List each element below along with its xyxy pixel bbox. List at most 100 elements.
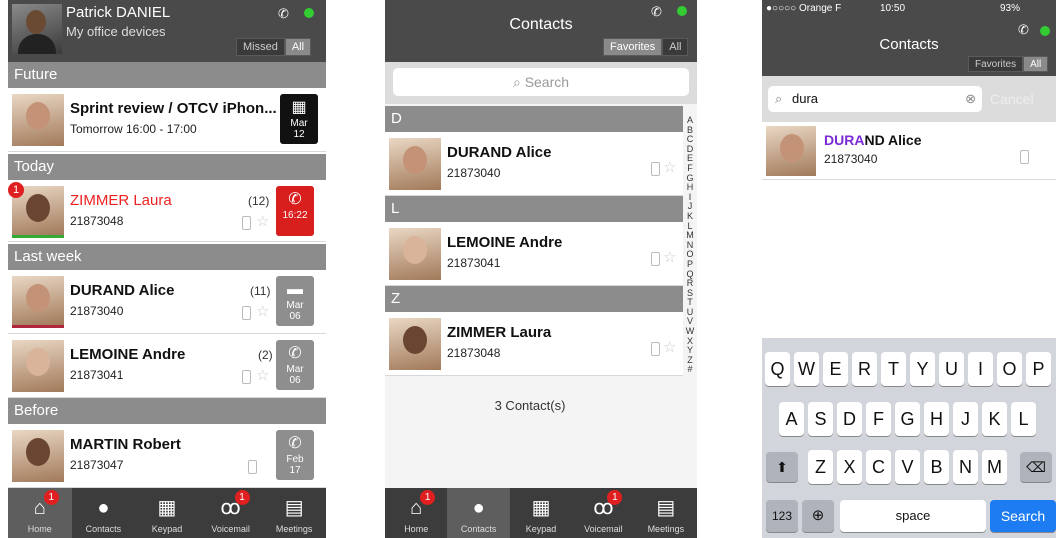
filter-all[interactable]: All — [1023, 56, 1049, 72]
tab-meetings[interactable]: ▤ Meetings — [262, 488, 326, 538]
filter-missed[interactable]: Missed — [236, 38, 285, 56]
contact-number: 21873041 — [447, 256, 501, 270]
tab-home[interactable]: ⌂ 1 Home — [8, 488, 72, 538]
tab-meetings[interactable]: ▤ Meetings — [635, 488, 697, 538]
user-avatar[interactable] — [12, 4, 62, 54]
key-v[interactable]: V — [895, 450, 920, 484]
filter-favorites[interactable]: Favorites — [603, 38, 663, 56]
key-m[interactable]: M — [982, 450, 1007, 484]
contact-photo — [12, 276, 64, 328]
alphabet-index[interactable]: A B C D E F G H I J K L M N O P Q R S T U V W X Y Z # — [683, 115, 697, 375]
key-f[interactable]: F — [866, 402, 891, 436]
globe-icon[interactable]: ⊕ — [802, 500, 834, 532]
key-l[interactable]: L — [1011, 402, 1036, 436]
history-row[interactable]: DURAND Alice 21873040 (11) ☆ ▬ Mar 06 — [8, 270, 326, 334]
key-z[interactable]: Z — [808, 450, 833, 484]
home-badge: 1 — [43, 490, 59, 505]
tab-contacts[interactable]: ● Contacts — [72, 488, 136, 538]
key-b[interactable]: B — [924, 450, 949, 484]
section-l: L — [385, 196, 683, 222]
key-j[interactable]: J — [953, 402, 978, 436]
phone-icon — [248, 460, 257, 474]
star-icon[interactable]: ☆ — [663, 250, 676, 265]
history-row[interactable]: MARTIN Robert 21873047 ✆ Feb 17 — [8, 424, 326, 488]
call-time-tile[interactable]: ✆ 16:22 — [276, 186, 314, 236]
key-s[interactable]: S — [808, 402, 833, 436]
contact-photo — [389, 318, 441, 370]
star-icon[interactable]: ☆ — [256, 214, 269, 229]
key-e[interactable]: E — [823, 352, 848, 386]
call-forward-off-icon[interactable]: ✆ — [278, 6, 289, 22]
tab-voicemail[interactable]: ꝏ 1 Voicemail — [572, 488, 634, 538]
call-forward-icon[interactable]: ✆ — [651, 4, 662, 20]
key-c[interactable]: C — [866, 450, 891, 484]
meeting-date-tile[interactable]: ▦ Mar 12 — [280, 94, 318, 144]
filter-all[interactable]: All — [662, 38, 689, 56]
phone-icon — [651, 162, 660, 176]
history-screen: Patrick DANIEL My office devices ✆ Misse… — [8, 0, 326, 538]
missed-call-icon: ✆ — [288, 191, 302, 208]
search-result-row[interactable]: DURAND Alice 21873040 — [762, 122, 1056, 180]
call-date-tile[interactable]: ✆ Feb 17 — [276, 430, 314, 480]
star-icon[interactable]: ☆ — [663, 160, 676, 175]
message-date-tile[interactable]: ▬ Mar 06 — [276, 276, 314, 326]
star-icon[interactable]: ☆ — [256, 304, 269, 319]
tab-contacts[interactable]: ● Contacts — [447, 488, 510, 538]
star-icon[interactable]: ☆ — [256, 368, 269, 383]
key-i[interactable]: I — [968, 352, 993, 386]
key-h[interactable]: H — [924, 402, 949, 436]
home-icon: ⌂ — [410, 497, 423, 519]
key-y[interactable]: Y — [910, 352, 935, 386]
key-o[interactable]: O — [997, 352, 1022, 386]
search-bar: ⌕ dura ⊗ Cancel — [762, 76, 1056, 122]
contacts-header: Contacts ✆ Favorites All — [385, 0, 697, 62]
tab-keypad[interactable]: ▦ Keypad — [510, 488, 572, 538]
calendar-icon: ▤ — [656, 497, 676, 519]
contact-photo — [389, 228, 441, 280]
cancel-button[interactable]: Cancel — [990, 91, 1034, 107]
section-z: Z — [385, 286, 683, 312]
key-r[interactable]: R — [852, 352, 877, 386]
tab-keypad[interactable]: ▦ Keypad — [135, 488, 199, 538]
star-icon[interactable]: ☆ — [663, 340, 676, 355]
search-input[interactable]: ⌕ Search — [393, 68, 689, 96]
search-icon: ⌕ — [512, 74, 521, 90]
history-row[interactable]: Sprint review / OTCV iPhon... Tomorrow 1… — [8, 88, 326, 152]
key-t[interactable]: T — [881, 352, 906, 386]
key-k[interactable]: K — [982, 402, 1007, 436]
contact-row[interactable]: DURAND Alice 21873040 ☆ — [385, 132, 683, 196]
contact-row[interactable]: ZIMMER Laura 21873048 ☆ — [385, 312, 683, 376]
alphabet-index-letter[interactable]: # — [683, 365, 697, 375]
call-date-tile[interactable]: ✆ Mar 06 — [276, 340, 314, 390]
key-u[interactable]: U — [939, 352, 964, 386]
key-n[interactable]: N — [953, 450, 978, 484]
space-key[interactable]: space — [840, 500, 986, 532]
key-d[interactable]: D — [837, 402, 862, 436]
search-key[interactable]: Search — [990, 500, 1056, 532]
key-g[interactable]: G — [895, 402, 920, 436]
on-screen-keyboard: ⬆ ⌫ 123 ⊕ space Search QWERTYUIOP ASDFGHJ… — [762, 338, 1056, 538]
filter-favorites[interactable]: Favorites — [968, 56, 1024, 72]
backspace-key[interactable]: ⌫ — [1020, 452, 1052, 482]
search-icon: ⌕ — [775, 91, 783, 106]
user-devices-label[interactable]: My office devices — [66, 24, 165, 39]
shift-key[interactable]: ⬆ — [766, 452, 798, 482]
key-q[interactable]: Q — [765, 352, 790, 386]
filter-all[interactable]: All — [284, 38, 312, 56]
history-row[interactable]: 1 ZIMMER Laura 21873048 (12) ☆ ✆ 16:22 — [8, 180, 326, 242]
key-x[interactable]: X — [837, 450, 862, 484]
history-row[interactable]: LEMOINE Andre 21873041 (2) ☆ ✆ Mar 06 — [8, 334, 326, 398]
voicemail-icon: ꝏ — [220, 497, 241, 519]
key-w[interactable]: W — [794, 352, 819, 386]
numbers-key[interactable]: 123 — [766, 500, 798, 532]
contacts-screen: Contacts ✆ Favorites All ⌕ Search D DURA… — [385, 0, 697, 538]
clear-search-icon[interactable]: ⊗ — [965, 86, 976, 112]
tab-home[interactable]: ⌂ 1 Home — [385, 488, 447, 538]
key-a[interactable]: A — [779, 402, 804, 436]
section-before: Before — [8, 398, 326, 424]
search-input[interactable]: ⌕ dura ⊗ — [768, 86, 982, 112]
key-p[interactable]: P — [1026, 352, 1051, 386]
tab-voicemail[interactable]: ꝏ 1 Voicemail — [199, 488, 263, 538]
voicemail-badge: 1 — [234, 490, 250, 505]
contact-row[interactable]: LEMOINE Andre 21873041 ☆ — [385, 222, 683, 286]
